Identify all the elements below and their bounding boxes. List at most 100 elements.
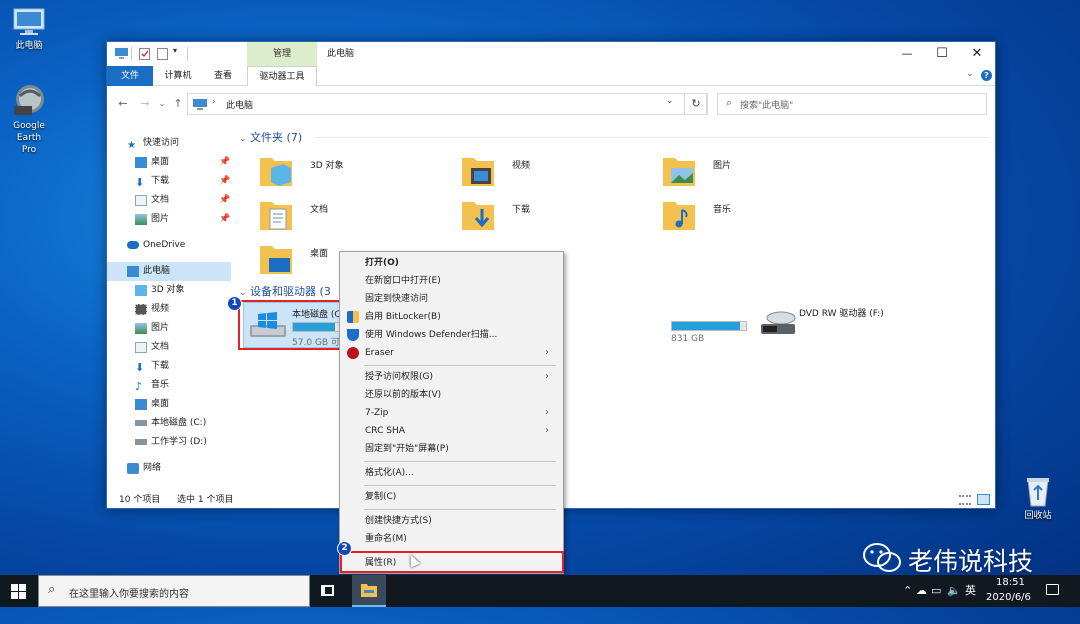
window-title: 此电脑 xyxy=(327,49,355,59)
help-icon[interactable]: ? xyxy=(981,70,992,81)
nav-this-pc[interactable]: 此电脑 xyxy=(107,262,231,281)
recent-dropdown-icon[interactable]: ⌄ xyxy=(154,94,170,114)
up-arrow-icon[interactable]: ↑ xyxy=(170,94,186,114)
selection-count: 选中 1 个项目 xyxy=(177,495,234,505)
task-view-icon[interactable] xyxy=(321,585,334,596)
maximize-button[interactable]: ☐ xyxy=(924,42,960,66)
cloud-icon xyxy=(127,241,139,249)
chevron-down-icon: ⌄ xyxy=(239,134,247,144)
folder-documents[interactable]: 文档 xyxy=(255,194,435,236)
new-folder-quick-icon[interactable] xyxy=(157,48,168,60)
manage-context-tab[interactable]: 管理 xyxy=(247,42,317,66)
folder-music[interactable]: 音乐 xyxy=(658,194,838,236)
taskbar-file-explorer[interactable] xyxy=(352,575,386,607)
nav-3d-objects[interactable]: 3D 对象 xyxy=(107,281,231,300)
menu-7zip[interactable]: 7-Zip › xyxy=(340,404,563,422)
nav-documents[interactable]: 文档 📌 xyxy=(107,191,231,210)
refresh-button[interactable]: ↻ xyxy=(684,93,708,115)
menu-crc-sha[interactable]: CRC SHA › xyxy=(340,422,563,440)
pictures-icon xyxy=(135,323,147,334)
taskbar-search-placeholder: 在这里输入你要搜索的内容 xyxy=(69,589,189,600)
folder-videos[interactable]: 视频 xyxy=(457,150,637,192)
nav-network[interactable]: 网络 xyxy=(107,459,231,478)
nav-music[interactable]: ♪ 音乐 xyxy=(107,376,231,395)
tab-file[interactable]: 文件 xyxy=(107,66,153,86)
menu-pin-start[interactable]: 固定到"开始"屏幕(P) xyxy=(340,440,563,458)
desktop-icon-google-earth[interactable]: Google Earth Pro xyxy=(0,84,62,156)
address-separator-icon: › xyxy=(212,97,216,107)
nav-drive-c[interactable]: 本地磁盘 (C:) xyxy=(107,414,231,433)
desktop-folder-icon xyxy=(135,157,147,168)
nav-documents-2[interactable]: 文档 xyxy=(107,338,231,357)
nav-desktop[interactable]: 桌面 📌 xyxy=(107,153,231,172)
pin-icon: 📌 xyxy=(219,195,231,205)
properties-quick-icon[interactable] xyxy=(139,48,150,60)
back-arrow-icon[interactable]: ← xyxy=(115,94,131,114)
show-hidden-icons[interactable]: ⌃ xyxy=(903,575,912,607)
dvd-drive-item[interactable]: DVD RW 驱动器 (F:) xyxy=(755,302,955,348)
desktop-icon-recycle-bin[interactable]: 回收站 xyxy=(1005,474,1071,522)
menu-create-shortcut[interactable]: 创建快捷方式(S) xyxy=(340,512,563,530)
collapse-ribbon-icon[interactable]: ⌄ xyxy=(966,69,974,79)
folder-pictures[interactable]: 图片 xyxy=(658,150,838,192)
menu-bitlocker[interactable]: 启用 BitLocker(B) xyxy=(340,308,563,326)
windows-start-icon[interactable] xyxy=(11,584,26,599)
nav-quick-access[interactable]: ★ 快速访问 xyxy=(107,134,231,153)
drives-group-header[interactable]: ⌄ 设备和驱动器 (3 xyxy=(239,283,331,299)
tab-drive-tools[interactable]: 驱动器工具 xyxy=(247,66,317,86)
menu-copy[interactable]: 复制(C) xyxy=(340,488,563,506)
nav-pictures[interactable]: 图片 📌 xyxy=(107,210,231,229)
pin-icon: 📌 xyxy=(219,176,231,186)
drive-d-usage-bar xyxy=(671,321,747,331)
close-button[interactable]: ✕ xyxy=(959,42,995,66)
nav-videos[interactable]: 视频 xyxy=(107,300,231,319)
menu-format[interactable]: 格式化(A)... xyxy=(340,464,563,482)
tab-view[interactable]: 查看 xyxy=(205,66,241,86)
quick-access-dropdown-icon[interactable]: ▾ xyxy=(173,46,177,55)
nav-pictures-2[interactable]: 图片 xyxy=(107,319,231,338)
desktop-label-recycle-bin: 回收站 xyxy=(1024,511,1052,521)
nav-downloads[interactable]: ⬇ 下载 📌 xyxy=(107,172,231,191)
taskbar-search-box[interactable]: ⌕ 在这里输入你要搜索的内容 xyxy=(38,575,310,607)
folder-desktop-icon xyxy=(260,246,292,274)
folder-3d-objects[interactable]: 3D 对象 xyxy=(255,150,435,192)
clock-date[interactable]: 2020/6/6 xyxy=(986,592,1031,624)
notifications-icon[interactable] xyxy=(1046,584,1059,595)
menu-restore-versions[interactable]: 还原以前的版本(V) xyxy=(340,386,563,404)
nav-downloads-2[interactable]: ⬇ 下载 xyxy=(107,357,231,376)
folder-downloads[interactable]: 下载 xyxy=(457,194,637,236)
drive-d-item[interactable]: 831 GB xyxy=(671,302,751,348)
menu-pin-quick-access[interactable]: 固定到快速访问 xyxy=(340,290,563,308)
forward-arrow-icon[interactable]: → xyxy=(137,94,153,114)
details-view-icon[interactable] xyxy=(959,495,971,505)
nav-drive-d[interactable]: 工作学习 (D:) xyxy=(107,433,231,452)
search-box[interactable]: ⌕ 搜索"此电脑" xyxy=(717,93,987,115)
film-icon xyxy=(135,304,147,315)
pin-icon: 📌 xyxy=(219,214,231,224)
eraser-icon xyxy=(347,347,359,359)
menu-open[interactable]: 打开(O) xyxy=(340,254,563,272)
address-dropdown-icon[interactable]: ⌄ xyxy=(666,96,674,106)
menu-eraser[interactable]: Eraser › xyxy=(340,344,563,362)
menu-defender-scan[interactable]: 使用 Windows Defender扫描... xyxy=(340,326,563,344)
large-icons-view-icon[interactable] xyxy=(977,494,990,505)
menu-grant-access[interactable]: 授予访问权限(G) › xyxy=(340,368,563,386)
desktop-label-this-pc: 此电脑 xyxy=(15,41,43,51)
menu-rename[interactable]: 重命名(M) xyxy=(340,530,563,548)
minimize-button[interactable]: — xyxy=(889,42,925,66)
desktop-icon-this-pc[interactable]: 此电脑 xyxy=(0,6,62,52)
tab-computer[interactable]: 计算机 xyxy=(157,66,199,86)
folders-group-header[interactable]: ⌄ 文件夹 (7) xyxy=(239,129,302,145)
volume-icon[interactable]: 🔈 xyxy=(947,575,961,607)
onedrive-tray-icon[interactable]: ☁ xyxy=(916,575,927,607)
computer-icon xyxy=(127,266,139,277)
address-bar[interactable]: › 此电脑 ⌄ xyxy=(187,93,707,115)
nav-onedrive[interactable]: OneDrive xyxy=(107,236,231,255)
step-2-badge: 2 xyxy=(337,541,352,556)
ime-indicator[interactable]: 英 xyxy=(965,575,976,607)
menu-open-new-window[interactable]: 在新窗口中打开(E) xyxy=(340,272,563,290)
network-tray-icon[interactable]: ▭ xyxy=(931,575,941,607)
nav-desktop-2[interactable]: 桌面 xyxy=(107,395,231,414)
star-icon: ★ xyxy=(127,140,136,151)
folder-video-icon xyxy=(462,158,494,186)
